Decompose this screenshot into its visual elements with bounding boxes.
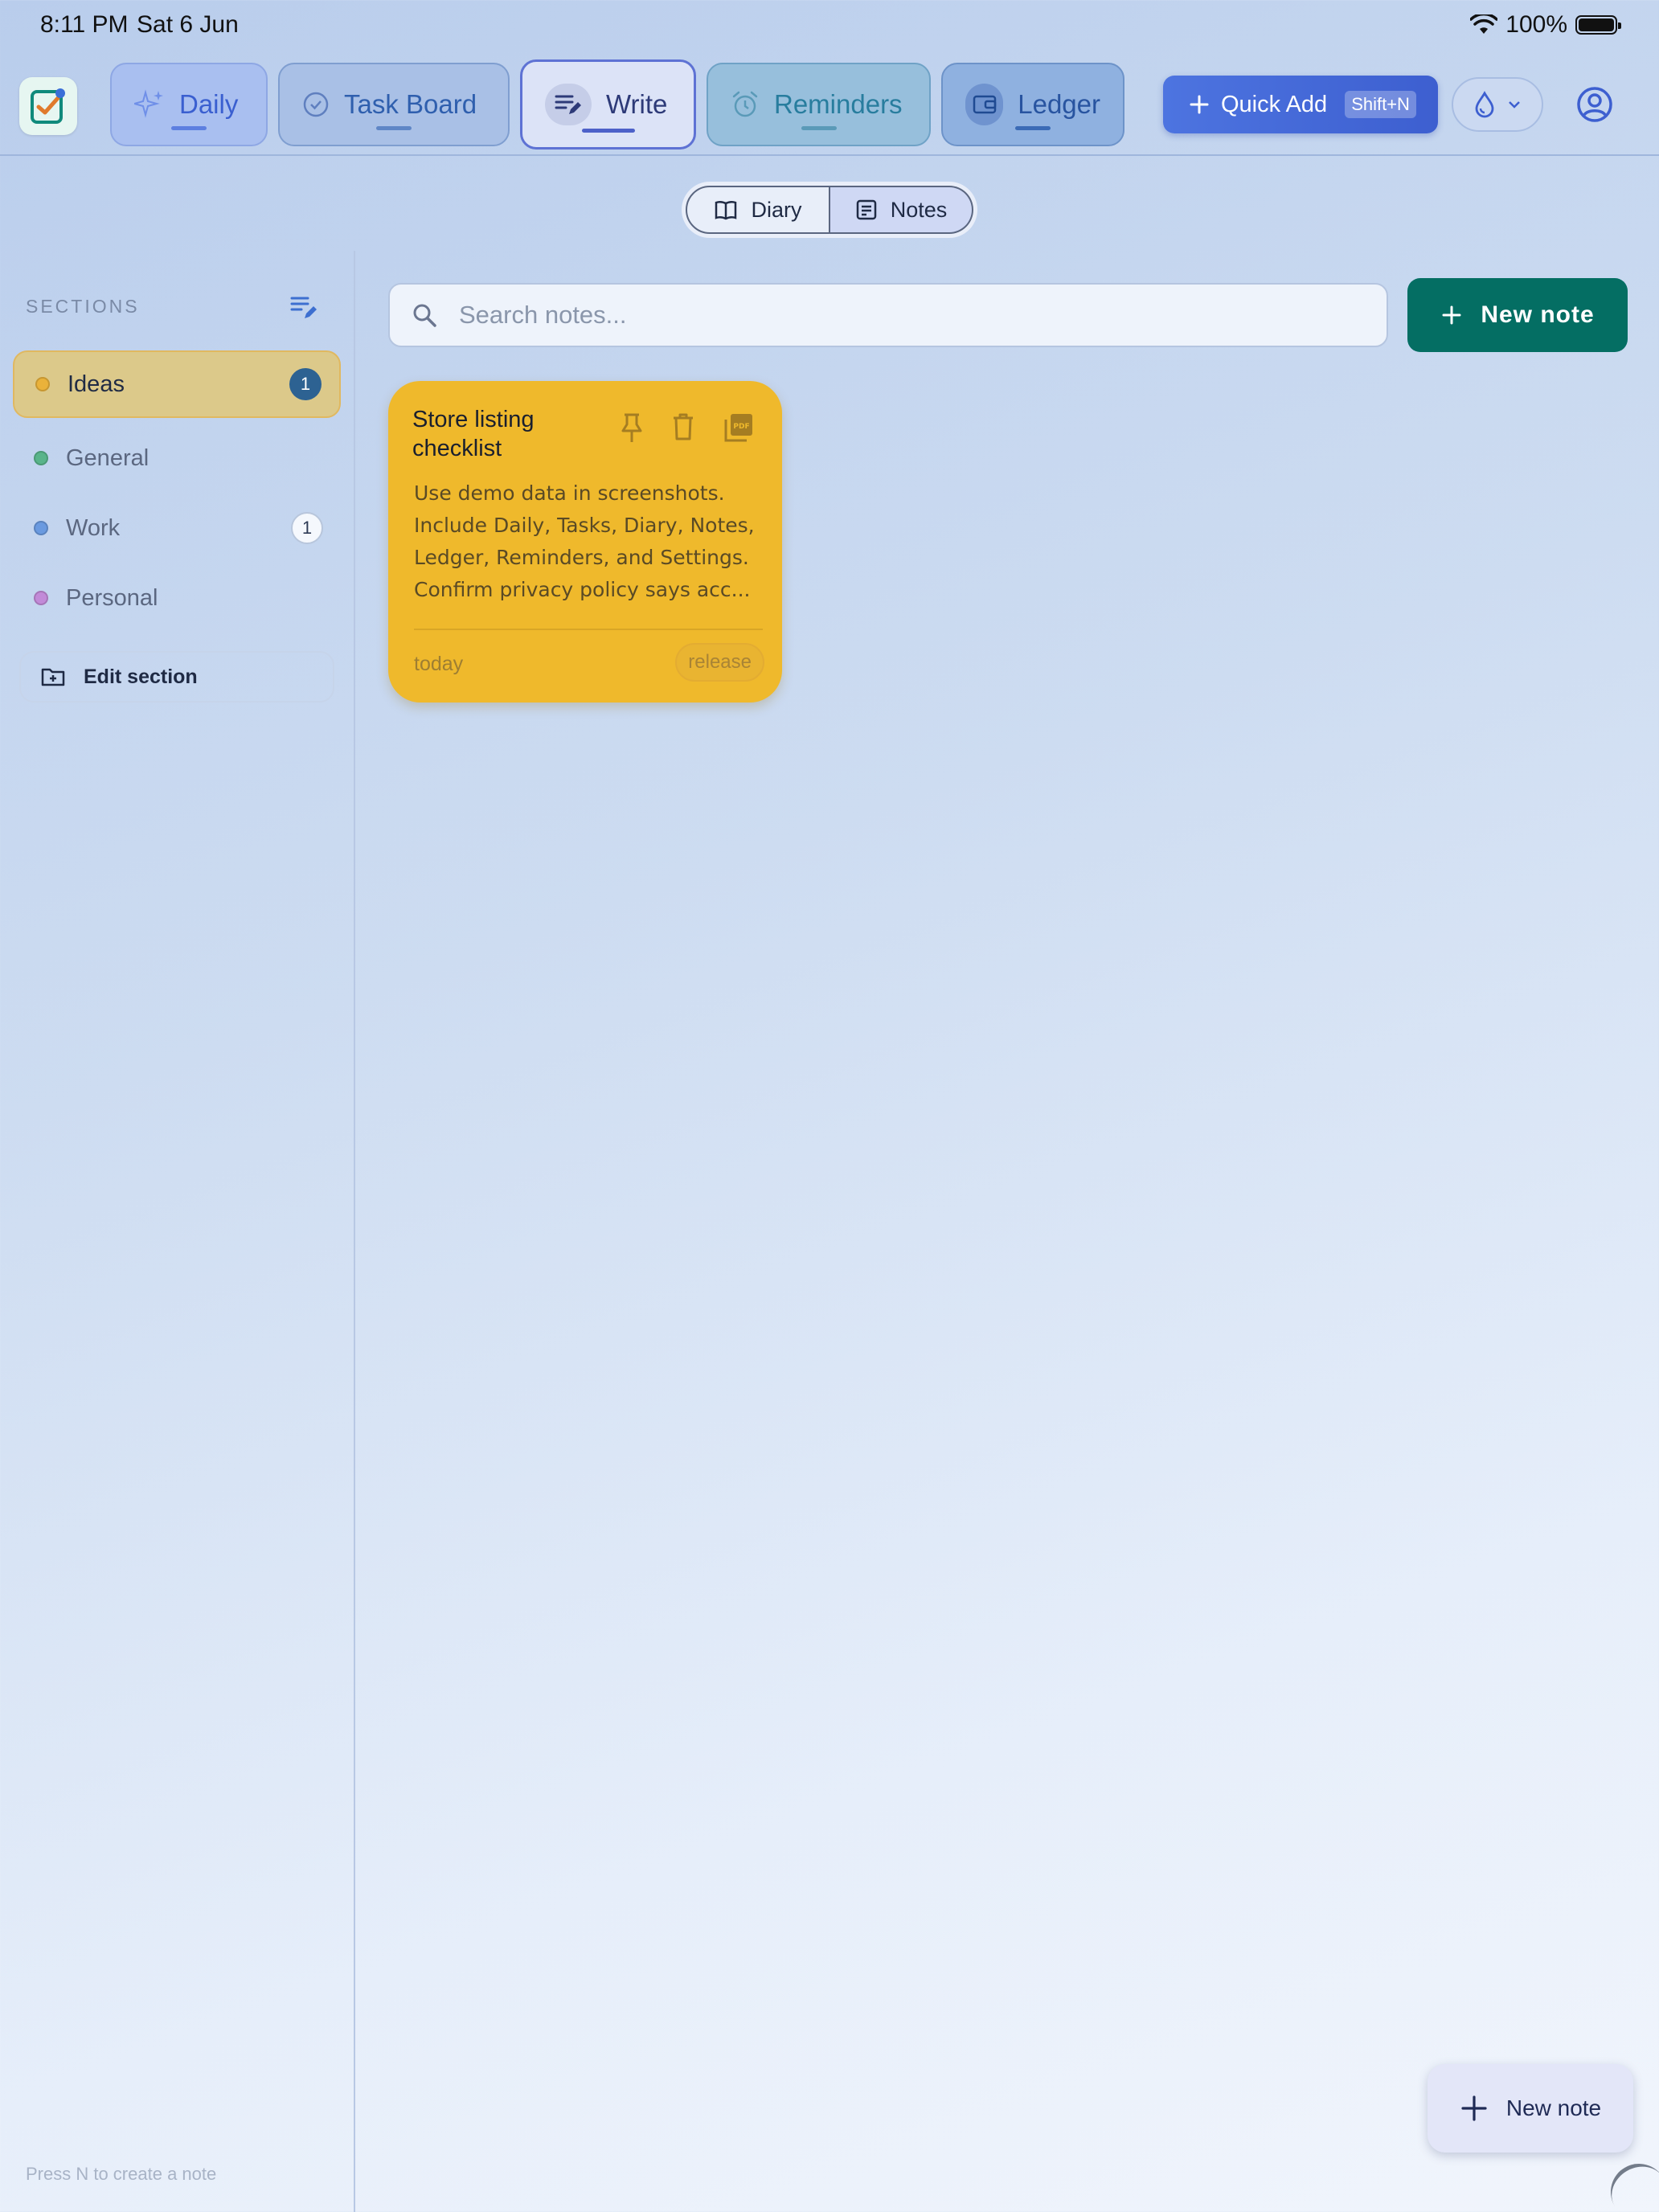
edit-lines-icon [555,95,581,114]
quick-add-button[interactable]: Quick Add Shift+N [1163,76,1438,133]
note-title: Store listing checklist [412,407,535,461]
tab-label: Write [606,89,668,119]
diary-label: Diary [751,197,802,222]
status-bar: 8:11 PM Sat 6 Jun 100% [0,0,1659,53]
checklist-logo-icon [31,88,65,124]
plus-icon [1442,305,1461,325]
new-note-label: New note [1481,301,1595,328]
plus-icon [1190,95,1209,114]
note-card[interactable]: Store listing checklist PDF Use demo dat… [388,381,782,703]
section-label: Work [66,514,121,541]
section-item-general[interactable]: General [13,424,341,492]
sparkle-icon [134,89,163,118]
keyboard-hint: Press N to create a note [26,2164,217,2184]
section-item-personal[interactable]: Personal [13,564,341,632]
resize-handle[interactable] [1600,2153,1659,2212]
search-icon [413,304,436,327]
ledger-icon-bubble [965,84,1004,125]
user-circle-icon [1577,87,1612,122]
tab-ledger[interactable]: Ledger [941,63,1124,146]
note-actions: PDF [620,412,755,444]
tab-write[interactable]: Write [520,59,696,150]
wallet-icon [973,95,996,114]
battery-percent: 100% [1505,11,1567,38]
status-date: Sat 6 Jun [137,11,239,38]
edit-section-button[interactable]: Edit section [19,651,334,703]
tab-task-board[interactable]: Task Board [278,63,510,146]
search-input[interactable] [459,301,1343,330]
edit-list-icon [290,297,317,318]
fab-label: New note [1505,2095,1602,2120]
folder-plus-icon [41,668,65,686]
check-circle-icon [303,92,329,117]
status-indicators: 100% [1470,11,1621,39]
tab-reminders[interactable]: Reminders [707,63,931,146]
diary-toggle-button[interactable]: Diary [686,186,830,234]
status-time: 8:11 PM [40,11,129,38]
section-item-work[interactable]: Work 1 [13,494,341,562]
pin-icon[interactable] [620,412,644,444]
book-icon [715,200,737,220]
sections-heading: SECTIONS [26,296,140,317]
write-mode-toggle: Diary Notes [682,182,977,238]
section-count-badge: 1 [289,368,322,400]
tab-label: Task Board [344,89,477,119]
section-color-dot [34,521,48,535]
note-preview: Use demo data in screenshots. Include Da… [414,481,755,601]
keyboard-shortcut-badge: Shift+N [1345,91,1416,118]
svg-text:PDF: PDF [733,423,749,431]
section-label: Personal [66,584,158,611]
note-date: today [414,653,464,675]
section-count-badge: 1 [291,512,323,544]
chevron-down-icon [1509,101,1520,109]
new-note-button[interactable]: New note [1407,278,1628,352]
plus-icon [1461,2095,1487,2121]
section-item-ideas[interactable]: Ideas 1 [13,350,341,418]
battery-icon [1575,15,1621,35]
droplet-icon [1475,91,1494,118]
tab-label: Reminders [774,89,903,119]
pdf-export-icon[interactable]: PDF [723,412,755,444]
write-icon-bubble [545,84,592,125]
quick-add-label: Quick Add [1221,91,1328,117]
theme-picker-button[interactable] [1452,77,1543,132]
tab-indicator [376,126,412,130]
note-divider [414,629,763,630]
section-color-dot [35,377,50,391]
search-bar [388,283,1388,347]
app-logo[interactable] [19,77,77,135]
notes-toggle-button[interactable]: Notes [830,186,973,234]
section-label: General [66,444,150,471]
tab-daily[interactable]: Daily [110,63,268,146]
section-color-dot [34,451,48,465]
edit-section-label: Edit section [84,665,198,688]
note-tag[interactable]: release [675,643,764,682]
section-color-dot [34,591,48,605]
tab-label: Ledger [1018,89,1100,119]
new-note-fab[interactable]: New note [1428,2064,1633,2153]
profile-button[interactable] [1575,85,1614,124]
tab-indicator [581,129,635,133]
notes-label: Notes [890,197,948,222]
tab-indicator [801,126,837,130]
alarm-clock-icon [732,91,758,117]
wifi-icon [1470,14,1498,34]
top-navigation: Daily Task Board Write Reminders Ledger … [0,53,1659,156]
tab-indicator [171,126,207,130]
note-icon [856,199,876,220]
section-label: Ideas [68,371,125,397]
tab-label: Daily [179,89,239,119]
edit-sections-button[interactable] [289,293,318,322]
tab-indicator [1015,126,1051,130]
trash-icon[interactable] [671,412,695,442]
sections-sidebar: SECTIONS Ideas 1 General Work 1 Personal… [0,251,355,2212]
